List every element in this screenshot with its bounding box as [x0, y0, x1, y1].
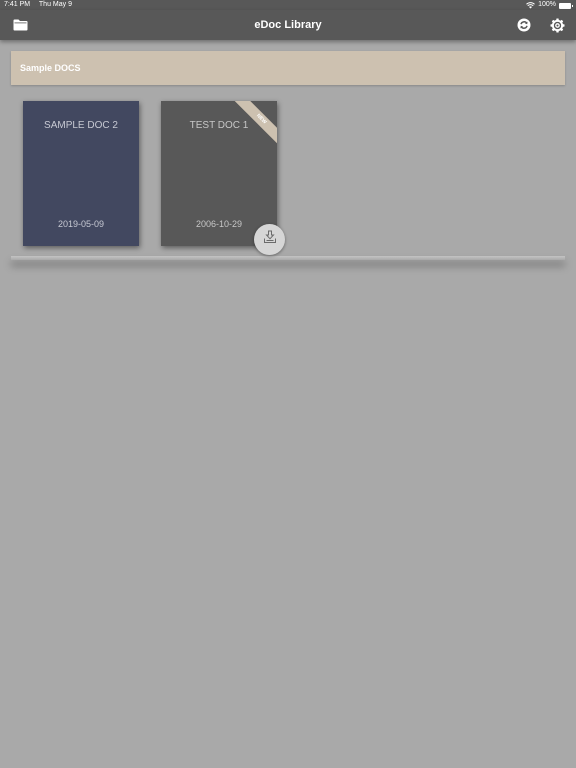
nav-bar: eDoc Library — [0, 10, 576, 40]
shelf-divider — [11, 256, 565, 260]
battery-percent: 100% — [538, 1, 556, 8]
battery-icon — [559, 2, 573, 9]
document-card-sample-doc-2[interactable]: SAMPLE DOC 2 2019-05-09 — [23, 101, 139, 246]
section-header: Sample DOCS — [11, 51, 565, 85]
sync-button[interactable] — [516, 17, 532, 33]
document-date: 2019-05-09 — [57, 219, 105, 229]
status-left: 7:41 PM Thu May 9 — [4, 0, 79, 10]
download-button[interactable] — [254, 224, 285, 255]
wifi-icon — [526, 1, 535, 9]
download-icon — [263, 230, 277, 249]
gear-icon — [549, 17, 565, 33]
page-title: eDoc Library — [254, 19, 322, 31]
status-bar: 7:41 PM Thu May 9 100% — [0, 0, 576, 10]
settings-button[interactable] — [549, 17, 565, 33]
document-title: SAMPLE DOC 2 — [44, 120, 118, 131]
document-card-test-doc-1[interactable]: TEST DOC 1 2006-10-29 NEW — [161, 101, 277, 246]
sync-icon — [517, 18, 531, 32]
status-date: Thu May 9 — [38, 1, 72, 8]
status-right: 100% — [526, 0, 573, 10]
section-title: Sample DOCS — [20, 63, 81, 73]
status-time: 7:41 PM — [4, 1, 31, 8]
